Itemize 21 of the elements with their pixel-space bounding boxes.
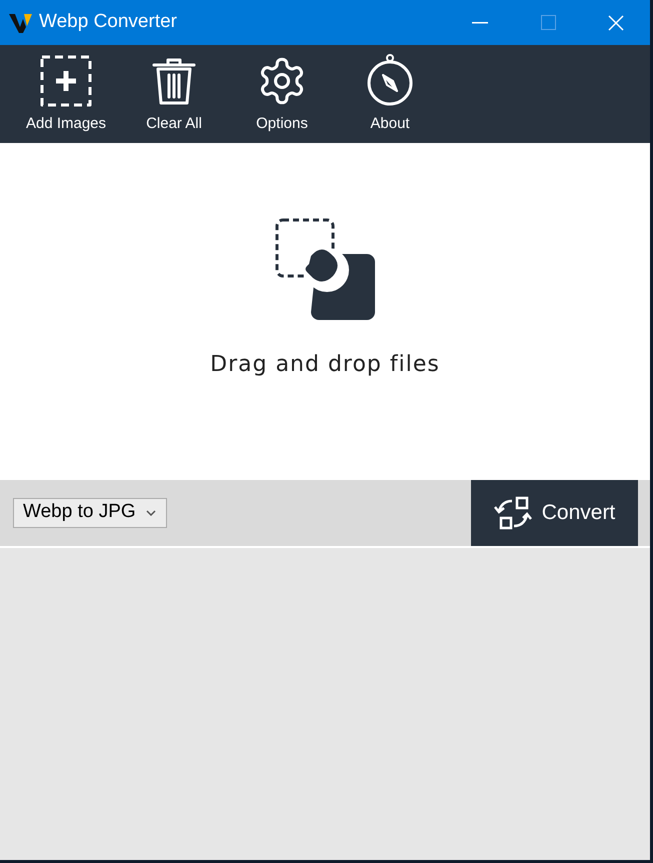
minimize-icon <box>472 22 488 24</box>
window-title: Webp Converter <box>39 10 177 34</box>
drag-drop-icon <box>275 218 377 322</box>
format-dropdown[interactable]: Webp to JPG <box>13 498 167 528</box>
drop-hint: Drag and drop files <box>210 350 440 379</box>
chevron-down-icon <box>146 510 156 516</box>
compass-icon <box>365 52 415 106</box>
toolbar-label: Add Images <box>26 114 106 134</box>
app-logo-icon <box>9 12 33 32</box>
add-icon <box>40 54 92 106</box>
convert-icon <box>494 496 532 530</box>
maximize-icon <box>540 15 556 30</box>
toolbar-label: Clear All <box>146 114 202 134</box>
toolbar-button[interactable]: Clear All <box>120 45 228 143</box>
toolbar-button[interactable]: About <box>336 45 444 143</box>
toolbar-button[interactable]: Add Images <box>12 45 120 143</box>
toolbar-button[interactable]: Options <box>228 45 336 143</box>
toolbar-label: Options <box>256 114 308 134</box>
convert-button[interactable]: Convert <box>471 480 638 546</box>
toolbar-label: About <box>370 114 410 134</box>
close-icon <box>608 14 624 30</box>
